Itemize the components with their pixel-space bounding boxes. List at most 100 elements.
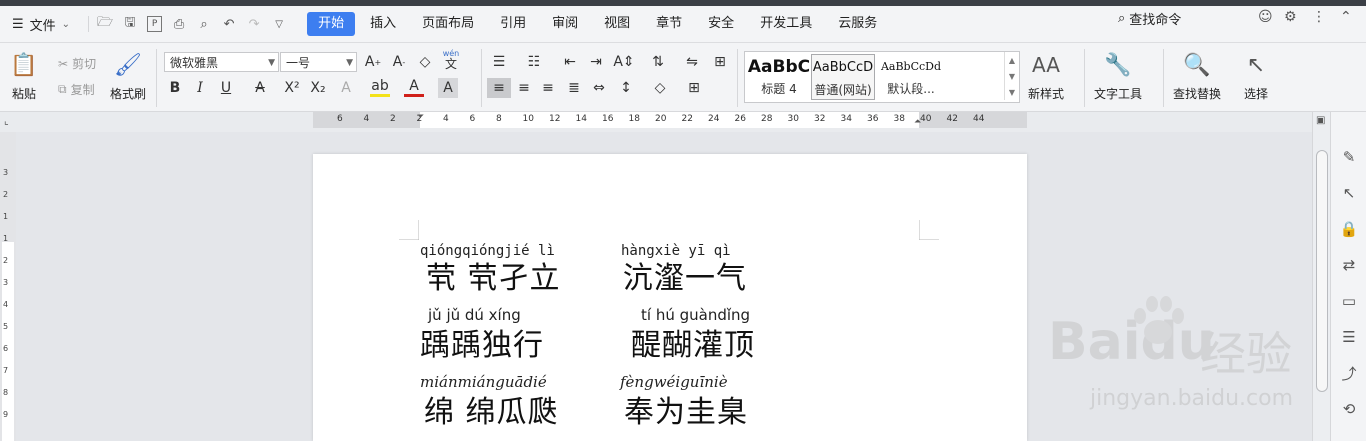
indent-marker-icon[interactable]: ⏷ [417, 112, 424, 122]
print-icon[interactable]: ⎙ [171, 16, 187, 32]
text-tools-button[interactable]: 🔧 文字工具 [1094, 51, 1142, 102]
underline-icon[interactable]: U [216, 78, 236, 98]
vertical-ruler-tick-label: 1 [3, 234, 9, 243]
pinyin-guide-button[interactable]: wén 文 [441, 49, 461, 71]
char-shading-icon[interactable]: A [438, 78, 458, 98]
text-effect-icon[interactable]: A [336, 78, 356, 98]
shading-fill-icon[interactable]: ◇ [650, 78, 670, 98]
tab-references[interactable]: 引用 [489, 12, 537, 36]
lock-icon[interactable]: 🔒 [1340, 220, 1359, 238]
flow-icon[interactable]: ⤴ [1340, 364, 1358, 383]
document-page[interactable]: qióngqióngjié lì 茕 茕孑立 hàngxiè yī qì 沆瀣一… [313, 154, 1027, 441]
justify-icon[interactable]: ≣ [564, 78, 584, 98]
tab-cloud-service[interactable]: 云服务 [827, 12, 888, 36]
increase-indent-icon[interactable]: ⇥ [586, 52, 606, 72]
font-color-icon[interactable]: A [404, 78, 424, 97]
align-left-icon[interactable]: ≡ [487, 78, 511, 98]
undo-icon[interactable]: ↶ [221, 16, 237, 32]
scroll-up-icon[interactable]: ▲ [1009, 56, 1015, 65]
align-right-icon[interactable]: ≡ [538, 78, 558, 98]
decrease-indent-icon[interactable]: ⇤ [560, 52, 580, 72]
scrollbar-thumb[interactable] [1316, 150, 1328, 392]
split-view-icon[interactable]: ▣ [1316, 115, 1325, 126]
margin-corner-top-left [399, 220, 419, 240]
print-preview-icon[interactable]: ⌕ [196, 16, 212, 32]
sort-icon[interactable]: ⇅ [648, 52, 668, 72]
superscript-icon[interactable]: X² [282, 78, 302, 98]
font-size-select[interactable]: 一号 ▼ [280, 52, 357, 72]
tab-stop-selector-icon[interactable]: ⌞ [4, 116, 9, 127]
scroll-down-icon[interactable]: ▼ [1009, 72, 1015, 81]
tab-developer[interactable]: 开发工具 [749, 12, 823, 36]
font-name-select[interactable]: 微软雅黑 ▼ [164, 52, 279, 72]
highlight-icon[interactable]: ab [370, 78, 390, 97]
tab-page-layout[interactable]: 页面布局 [411, 12, 485, 36]
style-default-paragraph[interactable]: AaBbCcDd 默认段... [877, 54, 945, 100]
strikethrough-icon[interactable]: A [250, 78, 270, 98]
table-layout-icon[interactable]: ⊞ [710, 52, 730, 72]
style-sample: AaBbCcDd [880, 60, 942, 73]
more-options-icon[interactable]: ⋮ [1312, 9, 1326, 25]
copy-button[interactable]: ⧉ 复制 [58, 81, 95, 98]
archive-box-icon[interactable]: ▭ [1340, 292, 1358, 310]
feedback-icon[interactable]: ☺ [1258, 9, 1273, 25]
vertical-scrollbar[interactable]: ▣ [1312, 112, 1331, 441]
vertical-ruler[interactable]: 3 2 1 1 2 3 4 5 6 7 8 9 [0, 132, 16, 441]
bold-icon[interactable]: B [165, 78, 185, 98]
vertical-ruler-tick-label: 9 [3, 410, 9, 419]
pen-edit-icon[interactable]: ✎ [1340, 148, 1358, 166]
paintbrush-icon: 🖌 [114, 52, 142, 78]
horizontal-ruler[interactable]: 6 4 2 2 4 6 8 10 12 14 16 18 20 22 24 26 28 30 32 34 36 38 40 4… [313, 112, 1027, 128]
translate-icon[interactable]: ⇄ [1340, 256, 1358, 274]
style-heading4[interactable]: AaBbC 标题 4 [747, 54, 811, 100]
pointer-icon[interactable]: ↖ [1340, 184, 1358, 202]
open-folder-icon[interactable]: 🗁 [97, 15, 113, 32]
format-painter-button[interactable]: 🖌 格式刷 [110, 51, 146, 102]
borders-icon[interactable]: ⊞ [684, 78, 704, 98]
italic-icon[interactable]: I [190, 78, 210, 98]
list-outline-icon[interactable]: ☰ [1340, 328, 1358, 346]
align-center-icon[interactable]: ≡ [514, 78, 534, 98]
search-command[interactable]: ⌕ 查找命令 [1118, 9, 1181, 28]
redo-icon[interactable]: ↷ [246, 16, 262, 32]
settings-gear-icon[interactable]: ⚙ [1284, 9, 1297, 25]
tab-home[interactable]: 开始 [307, 12, 356, 36]
clipboard-icon: 📋 [10, 52, 38, 78]
tab-insert[interactable]: 插入 [359, 12, 407, 36]
file-menu[interactable]: ☰ 文件 ⌄ [0, 15, 78, 34]
style-normal-web[interactable]: AaBbCcD 普通(网站) [811, 54, 875, 100]
find-replace-button[interactable]: 🔍 查找替换 [1173, 51, 1221, 102]
customize-qa-icon[interactable]: ▽ [271, 16, 287, 32]
grow-font-icon[interactable]: A + [363, 52, 383, 72]
cut-label: 剪切 [72, 57, 97, 71]
tab-review[interactable]: 审阅 [541, 12, 589, 36]
style-gallery-scroll[interactable]: ▲ ▼ ▼ [1004, 52, 1019, 100]
text-tools-label: 文字工具 [1094, 87, 1143, 101]
right-indent-marker-icon[interactable]: ⏶ [914, 117, 921, 127]
tab-view[interactable]: 视图 [593, 12, 641, 36]
quick-access-toolbar: 🗁 🖫 P ⎙ ⌕ ↶ ↷ ▽ [88, 15, 287, 32]
tab-section[interactable]: 章节 [645, 12, 693, 36]
font-name-value: 微软雅黑 [170, 56, 219, 70]
save-icon[interactable]: 🖫 [122, 15, 138, 32]
select-button[interactable]: ↖ 选择 [1242, 51, 1270, 102]
paste-button[interactable]: 📋 粘贴 [10, 51, 38, 102]
history-icon[interactable]: ⟲ [1340, 400, 1358, 418]
divider [1084, 49, 1085, 107]
line-spacing-icon[interactable]: ↕ [616, 78, 636, 98]
export-pdf-icon[interactable]: P [147, 16, 163, 32]
collapse-ribbon-icon[interactable]: ⌃ [1340, 9, 1352, 25]
show-hide-marks-icon[interactable]: ⇋ [682, 52, 702, 72]
numbered-list-icon[interactable]: ☷ [524, 52, 544, 72]
new-style-button[interactable]: AA 新样式 [1028, 51, 1064, 102]
distributed-align-icon[interactable]: ⇔ [589, 78, 609, 98]
shrink-font-icon[interactable]: A- [389, 52, 409, 72]
right-task-pane: ✎ ↖ 🔒 ⇄ ▭ ☰ ⤴ ⟲ [1330, 112, 1366, 441]
expand-gallery-icon[interactable]: ▼ [1009, 88, 1015, 97]
cut-button[interactable]: ✂ 剪切 [58, 55, 96, 72]
chinese-layout-icon[interactable]: A⇕ [613, 52, 634, 72]
tab-security[interactable]: 安全 [697, 12, 745, 36]
subscript-icon[interactable]: X₂ [308, 78, 328, 98]
clear-format-icon[interactable]: ◇ [415, 52, 435, 72]
bullet-list-icon[interactable]: ☰ [489, 52, 509, 72]
